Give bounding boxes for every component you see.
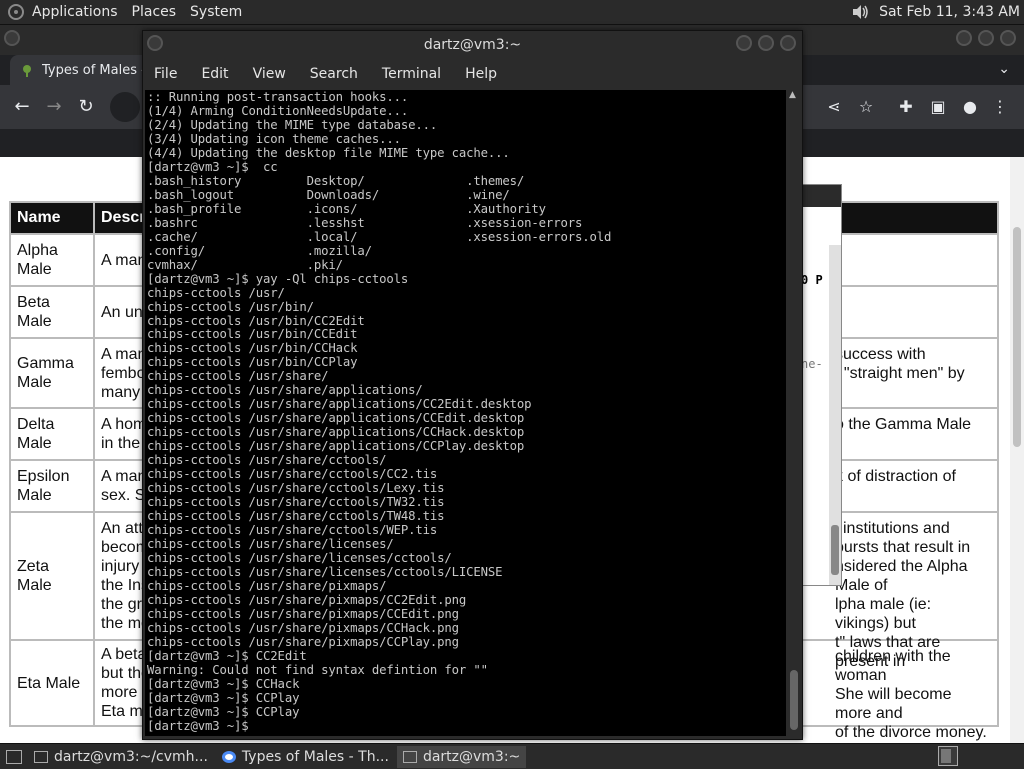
background-window-scrollbar-thumb[interactable] (831, 525, 839, 575)
page-scrollbar-thumb[interactable] (1013, 227, 1021, 447)
menu-terminal[interactable]: Terminal (382, 66, 441, 82)
window-menu-icon[interactable] (4, 30, 20, 46)
terminal-text: :: Running post-transaction hooks... (1/… (147, 90, 612, 733)
minimize-icon[interactable] (736, 35, 752, 51)
row-name: Beta Male (9, 285, 95, 339)
terminal-window: dartz@vm3:~ File Edit View Search Termin… (142, 30, 803, 740)
tab-search-chevron-icon[interactable]: ⌄ (998, 61, 1010, 77)
taskbar-item-browser[interactable]: Types of Males - Th... (216, 746, 395, 768)
close-icon[interactable] (780, 35, 796, 51)
clock-area: Sat Feb 11, 3:43 AM (851, 0, 1020, 24)
terminal-output[interactable]: :: Running post-transaction hooks... (1/… (145, 90, 786, 736)
workspace-switcher[interactable] (938, 746, 958, 766)
places-menu[interactable]: Places (132, 4, 177, 20)
top-panel: Applications Places System Sat Feb 11, 3… (0, 0, 1024, 25)
terminal-icon (402, 750, 417, 763)
profile-avatar-icon[interactable]: ● (958, 95, 982, 119)
address-bar[interactable] (110, 92, 140, 122)
browser-menu-icon[interactable]: ⋮ (988, 95, 1012, 119)
back-arrow-icon[interactable]: ← (10, 95, 34, 119)
desc-left: A man fembo many (101, 345, 147, 401)
applications-menu[interactable]: Applications (32, 4, 118, 20)
volume-icon[interactable] (851, 4, 869, 20)
terminal-scrollbar[interactable]: ▲ (788, 90, 800, 736)
extensions-icon[interactable]: ✚ (894, 95, 918, 119)
browser-wm-left (4, 30, 20, 46)
terminal-menubar: File Edit View Search Terminal Help (143, 59, 802, 89)
chrome-icon (221, 750, 236, 763)
reload-icon[interactable]: ↻ (74, 95, 98, 119)
row-name: Eta Male (9, 639, 95, 727)
row-name: Zeta Male (9, 511, 95, 641)
taskbar-item-label: dartz@vm3:~ (422, 748, 521, 765)
menu-file[interactable]: File (154, 66, 177, 82)
terminal-icon (34, 750, 48, 763)
maximize-icon[interactable] (978, 30, 994, 46)
menu-help[interactable]: Help (465, 66, 497, 82)
taskbar-item-label: Types of Males - Th... (241, 748, 389, 765)
scroll-up-arrow-icon[interactable]: ▲ (789, 90, 796, 100)
desc-left: A man (101, 251, 147, 269)
desc-right: o the Gamma Male (835, 416, 972, 433)
minimize-icon[interactable] (956, 30, 972, 46)
close-icon[interactable] (1000, 30, 1016, 46)
menu-view[interactable]: View (253, 66, 286, 82)
show-desktop-icon[interactable] (6, 749, 22, 764)
sidepanel-icon[interactable]: ▣ (926, 95, 950, 119)
distro-logo-icon[interactable] (8, 4, 24, 20)
column-header-name: Name (9, 201, 95, 235)
terminal-scrollbar-thumb[interactable] (790, 670, 798, 730)
row-name: Epsilon Male (9, 459, 95, 513)
share-icon[interactable]: ⋖ (822, 95, 846, 119)
forward-arrow-icon[interactable]: → (42, 95, 66, 119)
desc-right: success with f "straight men" by (835, 346, 965, 382)
menu-edit[interactable]: Edit (201, 66, 228, 82)
terminal-wm-right (736, 35, 796, 51)
row-name: Delta Male (9, 407, 95, 461)
clock[interactable]: Sat Feb 11, 3:43 AM (879, 4, 1020, 20)
top-panel-menus: Applications Places System (32, 0, 256, 24)
terminal-title: dartz@vm3:~ (423, 37, 522, 53)
browser-wm-right (956, 30, 1016, 46)
background-window-text: 0 P (801, 273, 823, 287)
menu-search[interactable]: Search (310, 66, 358, 82)
row-name: Alpha Male (9, 233, 95, 287)
bookmark-star-icon[interactable]: ☆ (854, 95, 878, 119)
maximize-icon[interactable] (758, 35, 774, 51)
taskbar-item-terminal[interactable]: dartz@vm3:~ (396, 745, 527, 768)
tab-title: Types of Males - (42, 62, 146, 78)
page-scrollbar[interactable] (1010, 157, 1024, 743)
row-name: Gamma Male (9, 337, 95, 409)
browser-tab[interactable]: Types of Males - (10, 55, 150, 85)
desc-right: k of distraction of (835, 468, 956, 485)
taskbar: dartz@vm3:~/cvmh... Types of Males - Th.… (0, 743, 1024, 769)
desc-left: A hom in the (101, 416, 147, 452)
background-window-scrollbar[interactable] (829, 245, 841, 585)
tab-favicon-icon (23, 65, 31, 77)
taskbar-item-terminal-cvmhax[interactable]: dartz@vm3:~/cvmh... (28, 746, 214, 768)
system-menu[interactable]: System (190, 4, 242, 20)
background-window-text: ne- (801, 357, 823, 371)
taskbar-item-label: dartz@vm3:~/cvmh... (54, 748, 208, 765)
